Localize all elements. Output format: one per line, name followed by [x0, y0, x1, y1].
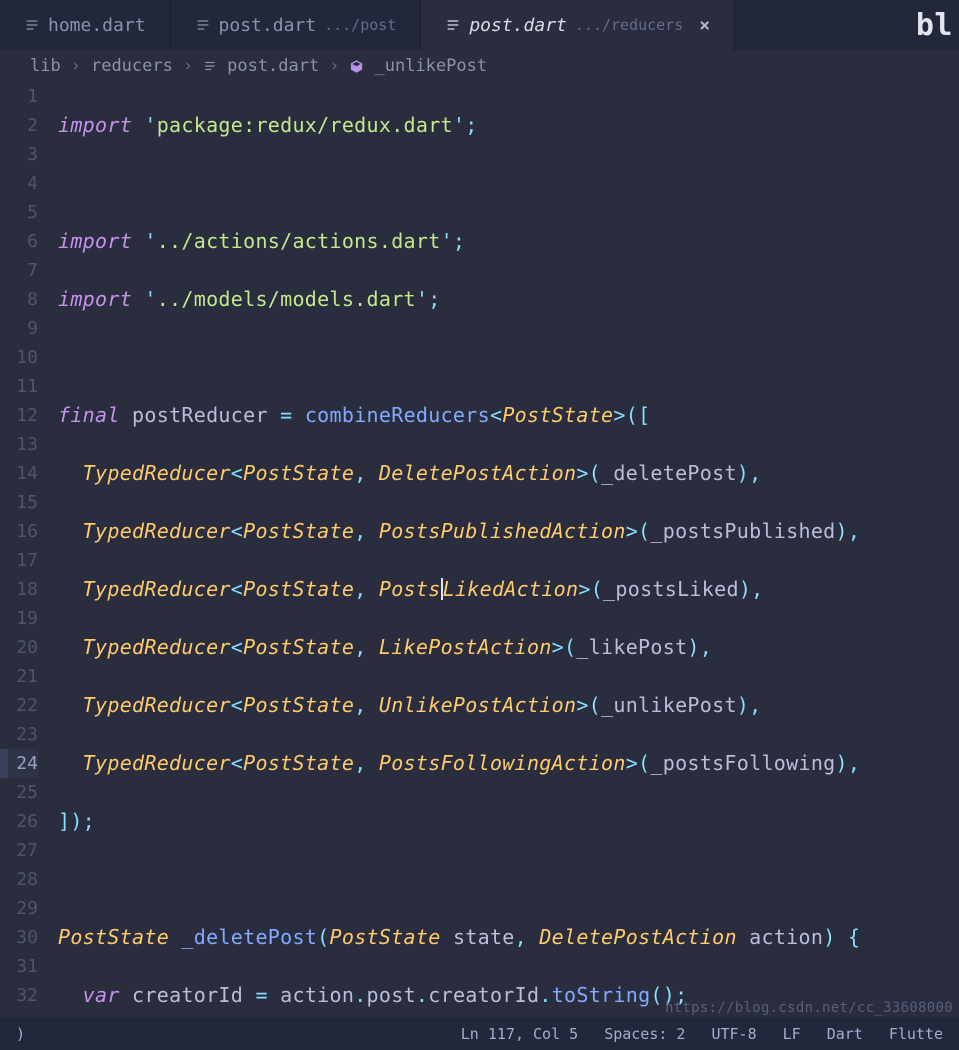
chevron-right-icon: ›: [183, 56, 193, 76]
tab-label: post.dart: [219, 15, 317, 36]
file-icon: [24, 17, 40, 33]
code-area[interactable]: import 'package:redux/redux.dart'; impor…: [58, 82, 959, 1018]
file-icon: [203, 59, 217, 73]
status-bar: ) Ln 117, Col 5 Spaces: 2 UTF-8 LF Dart …: [0, 1018, 959, 1050]
breadcrumb-symbol[interactable]: _unlikePost: [374, 56, 487, 76]
file-icon: [195, 17, 211, 33]
status-spaces[interactable]: Spaces: 2: [604, 1025, 685, 1043]
tab-post-dart-post[interactable]: post.dart .../post: [171, 0, 422, 50]
chevron-right-icon: ›: [329, 56, 339, 76]
status-left: ): [16, 1025, 25, 1043]
brand-logo: bl: [916, 0, 959, 50]
tab-home-dart[interactable]: home.dart: [0, 0, 171, 50]
tab-path: .../post: [324, 16, 396, 34]
tab-bar: home.dart post.dart .../post post.dart .…: [0, 0, 959, 50]
watermark: https://blog.csdn.net/cc_33608000: [665, 1000, 953, 1016]
editor[interactable]: 12345678910 11121314151617181920 2122232…: [0, 82, 959, 1018]
file-icon: [445, 17, 461, 33]
line-number-gutter: 12345678910 11121314151617181920 2122232…: [0, 82, 58, 1018]
symbol-icon: [349, 59, 364, 74]
breadcrumb-segment[interactable]: reducers: [91, 56, 173, 76]
status-language[interactable]: Dart: [827, 1025, 863, 1043]
chevron-right-icon: ›: [71, 56, 81, 76]
status-mode[interactable]: Flutte: [889, 1025, 943, 1043]
gutter-strip: [0, 82, 8, 1018]
tab-label: post.dart: [469, 15, 567, 36]
status-encoding[interactable]: UTF-8: [711, 1025, 756, 1043]
tab-post-dart-reducers[interactable]: post.dart .../reducers ×: [421, 0, 735, 50]
close-icon[interactable]: ×: [699, 15, 710, 36]
gutter-mark: [0, 749, 8, 778]
breadcrumb-file[interactable]: post.dart: [227, 56, 319, 76]
tab-path: .../reducers: [575, 16, 683, 34]
status-lncol[interactable]: Ln 117, Col 5: [461, 1025, 578, 1043]
breadcrumb-segment[interactable]: lib: [30, 56, 61, 76]
text-cursor: [441, 578, 443, 600]
tab-label: home.dart: [48, 15, 146, 36]
status-eol[interactable]: LF: [783, 1025, 801, 1043]
breadcrumb: lib › reducers › post.dart › _unlikePost: [0, 50, 959, 82]
